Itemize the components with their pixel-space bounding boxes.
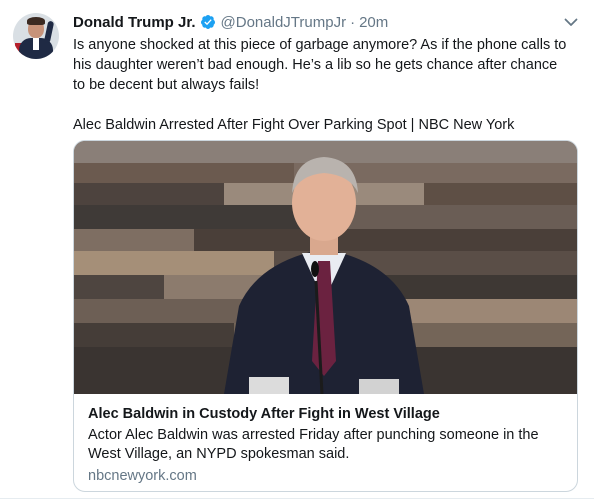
- author-name[interactable]: Donald Trump Jr.: [73, 14, 196, 31]
- verified-badge-icon: [200, 15, 215, 29]
- chevron-down-icon[interactable]: [563, 14, 579, 30]
- card-image[interactable]: [74, 141, 577, 394]
- avatar-shirt: [33, 38, 39, 50]
- avatar-raised-arm: [43, 20, 55, 44]
- tweet[interactable]: Donald Trump Jr. @DonaldJTrumpJr · 20m I…: [0, 0, 594, 499]
- avatar[interactable]: [13, 13, 59, 59]
- tweet-text: Is anyone shocked at this piece of garba…: [73, 37, 567, 93]
- tweet-timestamp[interactable]: 20m: [359, 14, 388, 31]
- link-preview-card[interactable]: Alec Baldwin in Custody After Fight in W…: [73, 140, 578, 492]
- card-domain: nbcnewyork.com: [88, 468, 197, 484]
- tweet-link-text: Alec Baldwin Arrested After Fight Over P…: [73, 117, 515, 133]
- separator-dot: ·: [350, 13, 356, 31]
- author-handle[interactable]: @DonaldJTrumpJr: [221, 14, 347, 31]
- avatar-hair: [27, 17, 45, 25]
- card-title: Alec Baldwin in Custody After Fight in W…: [88, 406, 440, 422]
- card-description: Actor Alec Baldwin was arrested Friday a…: [88, 427, 539, 462]
- tweet-header: Donald Trump Jr. @DonaldJTrumpJr · 20m: [73, 12, 388, 32]
- card-body[interactable]: Alec Baldwin in Custody After Fight in W…: [74, 394, 577, 491]
